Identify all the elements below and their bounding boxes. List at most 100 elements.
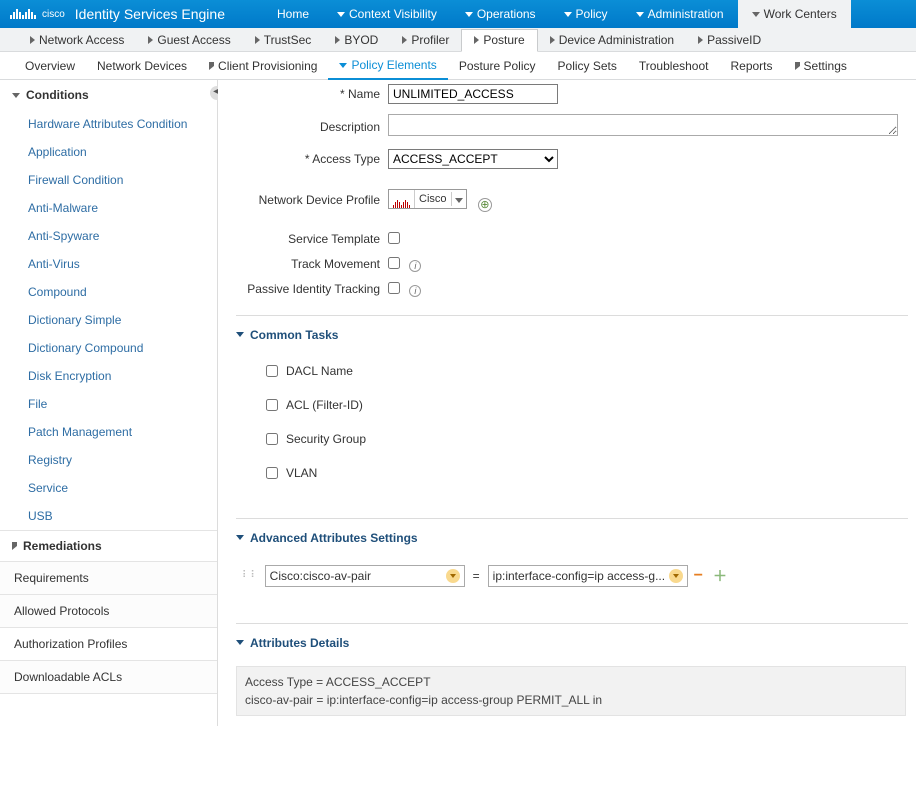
subnav2-item[interactable]: Reports: [719, 52, 783, 79]
section-title-common-tasks[interactable]: Common Tasks: [236, 316, 908, 354]
top-nav-item[interactable]: Work Centers: [738, 0, 851, 28]
form-row-passive-identity: Passive Identity Tracking i: [218, 282, 908, 297]
task-label: Security Group: [286, 432, 366, 446]
chevron-right-icon: [209, 62, 214, 70]
attribute-value-select[interactable]: ip:interface-config=ip access-g...: [488, 565, 688, 587]
attribute-value-text: ip:interface-config=ip access-g...: [493, 569, 665, 583]
chevron-down-icon: [236, 332, 244, 337]
chevron-right-icon: [148, 36, 153, 44]
sidebar-single-item[interactable]: Downloadable ACLs: [0, 661, 217, 694]
sidebar-item[interactable]: Anti-Spyware: [0, 222, 217, 250]
subnav2-item[interactable]: Settings: [784, 52, 858, 79]
top-nav-item[interactable]: Policy: [550, 0, 622, 28]
name-input[interactable]: [388, 84, 558, 104]
nav-label: Troubleshoot: [639, 59, 709, 73]
subnav2-item[interactable]: Policy Elements: [328, 53, 447, 80]
sidebar-single-item[interactable]: Allowed Protocols: [0, 595, 217, 628]
passive-identity-checkbox[interactable]: [388, 282, 400, 294]
sidebar-single-item[interactable]: Requirements: [0, 562, 217, 595]
sidebar-single-item[interactable]: Authorization Profiles: [0, 628, 217, 661]
nav-label: PassiveID: [707, 33, 761, 47]
sidebar: ◀ Conditions Hardware Attributes Conditi…: [0, 80, 218, 726]
sidebar-item[interactable]: Service: [0, 474, 217, 502]
nav-label: Network Access: [39, 33, 124, 47]
form-row-track-movement: Track Movement i: [218, 257, 908, 272]
add-ndp-button[interactable]: ⊕: [478, 198, 492, 212]
sidebar-conditions-list: Hardware Attributes ConditionApplication…: [0, 110, 217, 530]
sidebar-item[interactable]: Dictionary Compound: [0, 334, 217, 362]
nav-label: Profiler: [411, 33, 449, 47]
top-nav-item[interactable]: Operations: [451, 0, 550, 28]
subnav1-item[interactable]: BYOD: [323, 28, 390, 51]
subnav1-item[interactable]: Guest Access: [136, 28, 242, 51]
nav-label: Device Administration: [559, 33, 674, 47]
service-template-checkbox[interactable]: [388, 232, 400, 244]
description-input[interactable]: [388, 114, 898, 136]
task-checkbox[interactable]: [266, 399, 278, 411]
sidebar-item[interactable]: USB: [0, 502, 217, 530]
name-label: * Name: [218, 87, 388, 101]
sidebar-item[interactable]: Firewall Condition: [0, 166, 217, 194]
sidebar-item[interactable]: Registry: [0, 446, 217, 474]
subnav1-item[interactable]: TrustSec: [243, 28, 324, 51]
info-icon[interactable]: i: [409, 260, 421, 272]
top-nav-item[interactable]: Home: [263, 0, 323, 28]
top-nav-item[interactable]: Administration: [622, 0, 738, 28]
sidebar-group-label: Conditions: [26, 88, 89, 102]
nav-label: Client Provisioning: [218, 59, 317, 73]
subnav2-item[interactable]: Client Provisioning: [198, 52, 328, 79]
nav-label: BYOD: [344, 33, 378, 47]
sidebar-item[interactable]: Anti-Virus: [0, 250, 217, 278]
sidebar-item[interactable]: Application: [0, 138, 217, 166]
ndp-selector[interactable]: Cisco: [388, 189, 467, 209]
subnav2-item[interactable]: Posture Policy: [448, 52, 547, 79]
dropdown-icon: [446, 569, 460, 583]
subnav1-item[interactable]: Posture: [461, 29, 537, 52]
form-row-ndp: Network Device Profile Cisco ⊕: [218, 189, 908, 212]
sidebar-item[interactable]: Patch Management: [0, 418, 217, 446]
service-template-label: Service Template: [218, 232, 388, 246]
sidebar-item[interactable]: Hardware Attributes Condition: [0, 110, 217, 138]
attribute-name-select[interactable]: Cisco:cisco-av-pair: [265, 565, 465, 587]
subnav1-item[interactable]: Profiler: [390, 28, 461, 51]
subnav2-item[interactable]: Troubleshoot: [628, 52, 720, 79]
sidebar-item[interactable]: Disk Encryption: [0, 362, 217, 390]
access-type-label: * Access Type: [218, 152, 388, 166]
sidebar-item[interactable]: Anti-Malware: [0, 194, 217, 222]
top-nav-item[interactable]: Context Visibility: [323, 0, 451, 28]
form-row-description: Description: [218, 114, 908, 139]
nav-label: Home: [277, 7, 309, 21]
app-header: cisco Identity Services Engine HomeConte…: [0, 0, 916, 28]
access-type-select[interactable]: ACCESS_ACCEPT: [388, 149, 558, 169]
nav-label: Posture: [483, 33, 524, 47]
chevron-down-icon: [564, 12, 572, 17]
subnav1-item[interactable]: Device Administration: [538, 28, 686, 51]
common-task-row: DACL Name: [236, 354, 908, 388]
sidebar-item[interactable]: Compound: [0, 278, 217, 306]
logo-text: cisco: [42, 9, 65, 20]
subnav2-item[interactable]: Overview: [14, 52, 86, 79]
sidebar-group-title-conditions[interactable]: Conditions: [0, 80, 217, 110]
section-title-advanced[interactable]: Advanced Attributes Settings: [236, 519, 908, 557]
info-icon[interactable]: i: [409, 285, 421, 297]
task-checkbox[interactable]: [266, 467, 278, 479]
task-checkbox[interactable]: [266, 365, 278, 377]
sidebar-item[interactable]: Dictionary Simple: [0, 306, 217, 334]
drag-handle-icon[interactable]: ⠇⠇: [242, 570, 265, 581]
section-title-details[interactable]: Attributes Details: [236, 624, 908, 662]
nav-label: Context Visibility: [349, 7, 437, 21]
section-heading: Attributes Details: [250, 636, 349, 650]
sidebar-group-title-remediations[interactable]: Remediations: [0, 531, 217, 561]
sidebar-item[interactable]: File: [0, 390, 217, 418]
subnav2-item[interactable]: Policy Sets: [547, 52, 628, 79]
section-heading: Advanced Attributes Settings: [250, 531, 418, 545]
nav-label: Reports: [730, 59, 772, 73]
add-attr-button[interactable]: ＋: [709, 566, 731, 586]
subnav1-item[interactable]: Network Access: [18, 28, 136, 51]
subnav1-item[interactable]: PassiveID: [686, 28, 773, 51]
task-checkbox[interactable]: [266, 433, 278, 445]
track-movement-checkbox[interactable]: [388, 257, 400, 269]
attribute-name-value: Cisco:cisco-av-pair: [270, 569, 371, 583]
subnav2-item[interactable]: Network Devices: [86, 52, 198, 79]
remove-attr-button[interactable]: −: [688, 567, 709, 585]
